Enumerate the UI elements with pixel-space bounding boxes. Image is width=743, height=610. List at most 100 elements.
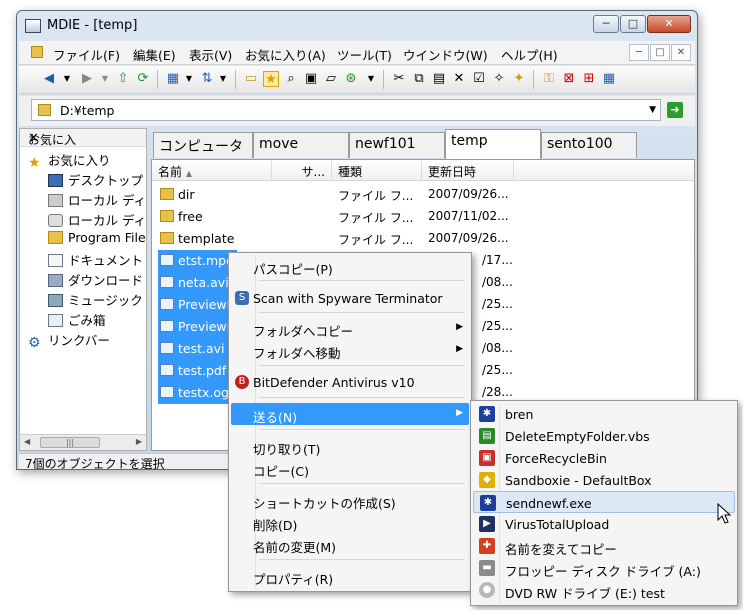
menu-rename[interactable]: 名前の変更(M) xyxy=(231,533,469,555)
folder-icon xyxy=(38,104,51,116)
new-icon[interactable]: ✧ xyxy=(491,71,507,87)
network-dropdown-icon[interactable]: ▼ xyxy=(363,71,379,87)
tab-temp[interactable]: temp xyxy=(445,129,541,159)
menu-file[interactable]: ファイル(F) xyxy=(53,45,120,64)
menu-properties[interactable]: プロパティ(R) xyxy=(231,565,469,587)
menu-send-to[interactable]: 送る(N) ▶ xyxy=(231,403,469,425)
menu-view[interactable]: 表示(V) xyxy=(189,45,232,64)
menu-move-to-folder[interactable]: フォルダへ移動 ▶ xyxy=(231,339,469,361)
documents-icon xyxy=(48,254,63,267)
refresh-icon[interactable]: ⟳ xyxy=(135,71,151,87)
tile-icon[interactable]: ▦ xyxy=(601,71,617,87)
close-tab-icon[interactable]: ⊠ xyxy=(561,71,577,87)
lock-icon[interactable]: ⚿ xyxy=(541,71,557,87)
send-to-dvd[interactable]: ● DVD RW ドライブ (E:) test xyxy=(473,579,735,601)
menu-help[interactable]: ヘルプ(H) xyxy=(501,45,558,64)
table-row[interactable]: dir ファイル フ... 2007/09/26... xyxy=(152,184,694,206)
address-input[interactable]: D:¥temp ▼ xyxy=(31,99,661,121)
left-pane-hscrollbar[interactable]: ◀ ||| ▶ xyxy=(20,434,146,450)
properties-icon[interactable]: ☑ xyxy=(471,71,487,87)
tree-recycle-bin[interactable]: ごみ箱 xyxy=(48,310,106,329)
forward-dropdown-icon[interactable]: ▼ xyxy=(97,71,113,87)
close-button[interactable]: ✕ xyxy=(647,15,691,33)
menu-delete[interactable]: 削除(D) xyxy=(231,511,469,533)
maximize-button[interactable]: □ xyxy=(620,15,646,33)
menu-create-shortcut[interactable]: ショートカットの作成(S) xyxy=(231,489,469,511)
send-to-delete-empty-folder[interactable]: ▤ DeleteEmptyFolder.vbs xyxy=(473,425,735,447)
menu-window[interactable]: ウインドウ(W) xyxy=(403,45,488,64)
up-folder-icon[interactable]: ⇧ xyxy=(115,71,131,87)
paste-icon[interactable]: ▤ xyxy=(431,71,447,87)
view-dropdown-icon[interactable]: ▼ xyxy=(181,71,197,87)
go-arrow-icon[interactable]: ➜ xyxy=(667,102,683,118)
menu-scan-spyware[interactable]: S Scan with Spyware Terminator xyxy=(231,287,469,309)
delete-icon[interactable]: ✕ xyxy=(451,71,467,87)
tab-bar: コンピュータ move newf101 temp sento100 xyxy=(153,129,693,159)
send-to-floppy[interactable]: ▬ フロッピー ディスク ドライブ (A:) xyxy=(473,557,735,579)
title-bar[interactable]: MDIE - [temp] ─ □ ✕ xyxy=(17,11,697,41)
scroll-left-icon[interactable]: ◀ xyxy=(24,437,30,446)
window-icon[interactable]: ▣ xyxy=(303,71,319,87)
back-icon[interactable]: ◀ xyxy=(41,71,57,87)
send-to-bren[interactable]: ✱ bren xyxy=(473,403,735,425)
open-folder-icon[interactable]: ▭ xyxy=(243,71,259,87)
menu-cut[interactable]: 切り取り(T) xyxy=(231,435,469,457)
col-type[interactable]: 種類 xyxy=(332,160,422,181)
magic-icon[interactable]: ✦ xyxy=(511,71,527,87)
send-to-sendnewf[interactable]: ✱ sendnewf.exe xyxy=(473,491,735,513)
send-to-virustotal[interactable]: ▶ VirusTotalUpload xyxy=(473,513,735,535)
disk-icon xyxy=(48,214,63,227)
sort-icon[interactable]: ⇅ xyxy=(199,71,215,87)
tree-links-bar[interactable]: ⚙ リンクバー xyxy=(28,330,110,351)
bitdefender-icon: B xyxy=(235,375,249,389)
mdi-close-button[interactable]: ✕ xyxy=(671,44,691,61)
send-to-rename-copy[interactable]: ✚ 名前を変えてコピー xyxy=(473,535,735,557)
table-row[interactable]: free ファイル フ... 2007/11/02... xyxy=(152,206,694,228)
tab-newf101[interactable]: newf101 xyxy=(349,132,445,158)
mdi-minimize-button[interactable]: ─ xyxy=(629,44,649,61)
col-name[interactable]: 名前 ▲ xyxy=(152,160,272,181)
tree-downloads[interactable]: ダウンロード xyxy=(48,270,143,289)
copy-icon[interactable]: ⧉ xyxy=(411,71,427,87)
table-row[interactable]: template ファイル フ... 2007/09/26... xyxy=(152,228,694,250)
minimize-button[interactable]: ─ xyxy=(593,15,619,33)
search-icon[interactable]: ⌕ xyxy=(283,71,299,87)
scroll-right-icon[interactable]: ▶ xyxy=(136,437,142,446)
tab-computer[interactable]: コンピュータ xyxy=(153,132,253,158)
menu-copy[interactable]: コピー(C) xyxy=(231,457,469,479)
tree-desktop[interactable]: デスクトップ xyxy=(48,170,143,189)
dvd-icon: ● xyxy=(479,582,495,598)
menu-favorites[interactable]: お気に入り(A) xyxy=(245,45,326,64)
col-size[interactable]: サ... xyxy=(272,160,332,181)
favorites-star-icon[interactable]: ★ xyxy=(263,71,279,87)
send-to-sandboxie[interactable]: ◆ Sandboxie - DefaultBox xyxy=(473,469,735,491)
tab-sento100[interactable]: sento100 xyxy=(541,132,637,158)
forward-icon[interactable]: ▶ xyxy=(79,71,95,87)
tree-music[interactable]: ミュージック xyxy=(48,290,143,309)
back-dropdown-icon[interactable]: ▼ xyxy=(59,71,75,87)
network-icon[interactable]: ⊛ xyxy=(343,71,359,87)
menu-edit[interactable]: 編集(E) xyxy=(133,45,176,64)
tree-local-disk-2[interactable]: ローカル ディ xyxy=(48,210,146,229)
close-pane-icon[interactable]: ✕ xyxy=(28,131,140,146)
address-dropdown-icon[interactable]: ▼ xyxy=(649,105,656,115)
sort-dropdown-icon[interactable]: ▼ xyxy=(215,71,231,87)
view-icon[interactable]: ▦ xyxy=(165,71,181,87)
menu-bitdefender[interactable]: B BitDefender Antivirus v10 xyxy=(231,371,469,393)
drive-icon[interactable]: ▱ xyxy=(323,71,339,87)
menu-tools[interactable]: ツール(T) xyxy=(337,45,392,64)
cut-icon[interactable]: ✂ xyxy=(391,71,407,87)
send-to-force-recycle-bin[interactable]: ▣ ForceRecycleBin xyxy=(473,447,735,469)
tab-move[interactable]: move xyxy=(253,132,349,158)
tree-documents[interactable]: ドキュメント xyxy=(48,250,143,269)
app-icon: ✱ xyxy=(480,495,496,511)
tree-favorites[interactable]: ★ お気に入り xyxy=(28,150,111,171)
scroll-thumb[interactable]: ||| xyxy=(40,437,100,448)
menu-copy-to-folder[interactable]: フォルダへコピー ▶ xyxy=(231,317,469,339)
col-modified[interactable]: 更新日時 xyxy=(422,160,514,181)
tree-program-files[interactable]: Program Files xyxy=(48,230,146,245)
menu-copy-path[interactable]: パスコピー(P) xyxy=(231,255,469,277)
mdi-restore-button[interactable]: □ xyxy=(650,44,670,61)
tree-local-disk-1[interactable]: ローカル ディ xyxy=(48,190,146,209)
close-all-icon[interactable]: ⊞ xyxy=(581,71,597,87)
